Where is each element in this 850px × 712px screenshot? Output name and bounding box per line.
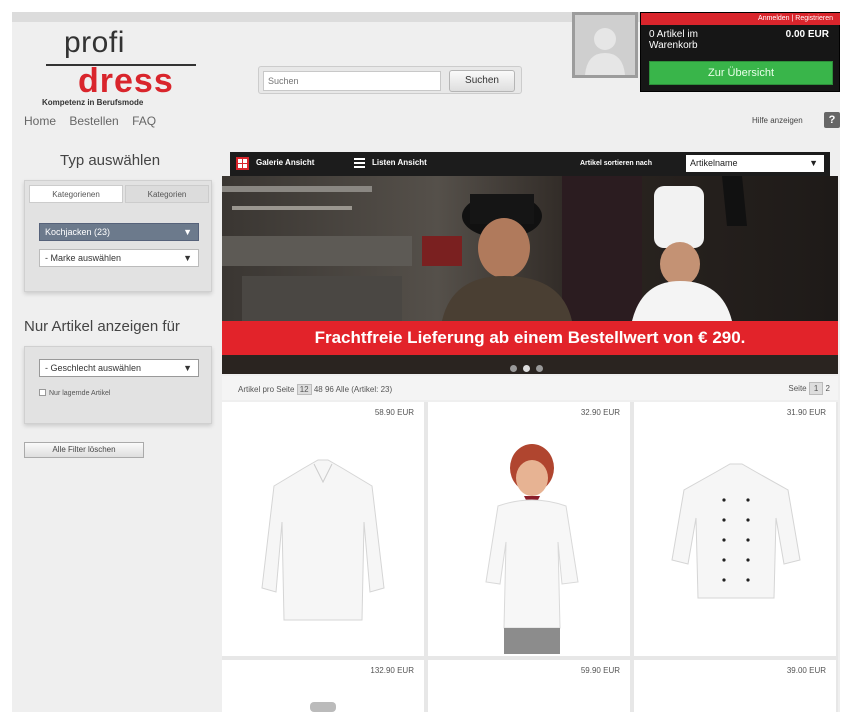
help-icon[interactable]: ? [824, 112, 840, 128]
shipping-banner: Frachtfreie Lieferung ab einem Bestellwe… [222, 321, 838, 355]
slider-dot[interactable] [536, 365, 543, 372]
nav-faq[interactable]: FAQ [132, 114, 156, 128]
page: profi dress Kompetenz in Berufsmode Such… [12, 12, 840, 712]
checkout-button[interactable]: Zur Übersicht [649, 61, 833, 85]
nav-home[interactable]: Home [24, 114, 56, 128]
list-view-button[interactable]: Listen Ansicht [372, 158, 427, 167]
help-link[interactable]: Hilfe anzeigen [752, 116, 803, 125]
product-card[interactable]: 58.90 EUR [222, 402, 424, 656]
filter-title: Nur Artikel anzeigen für [24, 318, 180, 335]
brand-select-value: - Marke auswählen [45, 253, 122, 263]
slider-dot[interactable] [523, 365, 530, 372]
type-filter-box: Kategorienen Kategorien Kochjacken (23) … [24, 180, 212, 292]
hero-slider[interactable]: Frachtfreie Lieferung ab einem Bestellwe… [222, 176, 838, 374]
per-page-selector: Artikel pro Seite 12 48 96 Alle (Artikel… [238, 384, 392, 395]
product-price: 59.90 EUR [580, 666, 620, 675]
category-select[interactable]: Kochjacken (23) ▼ [39, 223, 199, 241]
clear-filters-button[interactable]: Alle Filter löschen [24, 442, 144, 458]
page-selector: Seite 1 2 [788, 382, 830, 395]
type-select-title: Typ auswählen [60, 152, 161, 169]
in-stock-label: Nur lagernde Artikel [49, 390, 111, 397]
chevron-down-icon: ▼ [809, 158, 818, 168]
brand-select[interactable]: - Marke auswählen ▼ [39, 249, 199, 267]
pagination-bar: Artikel pro Seite 12 48 96 Alle (Artikel… [222, 376, 838, 400]
search-input[interactable] [263, 71, 441, 91]
search-bar: Suchen [258, 66, 522, 94]
product-card[interactable]: 32.90 EUR [428, 402, 630, 656]
chevron-down-icon: ▼ [183, 227, 192, 237]
chef-woman-image [485, 444, 579, 654]
chef-jacket-image [261, 459, 385, 621]
account-links[interactable]: Anmelden | Registrieren [641, 13, 840, 25]
total-count: (Artikel: 23) [351, 385, 393, 394]
logo[interactable]: profi dress Kompetenz in Berufsmode [40, 26, 205, 110]
page-label: Seite [788, 384, 807, 393]
slider-dot[interactable] [510, 365, 517, 372]
page-2[interactable]: 2 [826, 384, 830, 393]
chevron-down-icon: ▼ [183, 253, 192, 263]
product-card[interactable]: 31.90 EUR [634, 402, 836, 656]
product-card[interactable]: 59.90 EUR [428, 660, 630, 712]
chef-jacket-image [671, 463, 801, 599]
cart-panel: Anmelden | Registrieren 0 Artikel im War… [640, 12, 840, 92]
gallery-view-button[interactable]: Galerie Ansicht [256, 158, 314, 167]
list-view-icon[interactable] [354, 158, 365, 169]
gender-select-value: - Geschlecht auswählen [45, 363, 142, 373]
user-silhouette-icon [585, 28, 625, 75]
sort-select-value: Artikelname [690, 158, 738, 168]
tab-kategorien[interactable]: Kategorien [125, 185, 209, 203]
avatar[interactable] [572, 12, 638, 78]
search-button[interactable]: Suchen [449, 70, 515, 92]
product-card[interactable]: 132.90 EUR [222, 660, 424, 712]
per-page-option[interactable]: 12 [296, 384, 312, 395]
slider-dots [510, 359, 549, 374]
logo-top-text: profi [64, 26, 125, 59]
per-page-label: Artikel pro Seite [238, 385, 295, 394]
view-toolbar: Galerie Ansicht Listen Ansicht Artikel s… [230, 152, 830, 176]
per-page-option[interactable]: 48 [314, 385, 323, 394]
category-select-value: Kochjacken (23) [45, 227, 111, 237]
product-price: 39.00 EUR [786, 666, 826, 675]
tab-kategorienen[interactable]: Kategorienen [29, 185, 123, 203]
product-image [310, 702, 336, 712]
gender-filter-box: - Geschlecht auswählen ▼ Nur lagernde Ar… [24, 346, 212, 424]
product-grid: 58.90 EUR 32.90 EUR 31.90 EUR 132.90 EUR… [222, 402, 838, 712]
per-page-option[interactable]: Alle [336, 385, 349, 394]
cart-count: 0 Artikel im Warenkorb [649, 29, 698, 51]
chevron-down-icon: ▼ [183, 363, 192, 373]
gender-select[interactable]: - Geschlecht auswählen ▼ [39, 359, 199, 377]
per-page-option[interactable]: 96 [325, 385, 334, 394]
logo-bottom-text: dress [78, 62, 174, 100]
sort-select[interactable]: Artikelname ▼ [686, 155, 824, 172]
nav-bestellen[interactable]: Bestellen [69, 114, 118, 128]
main-nav: Home Bestellen FAQ [24, 114, 166, 128]
cart-sum: 0.00 EUR [785, 29, 829, 40]
checkbox-icon [39, 389, 46, 396]
in-stock-checkbox[interactable]: Nur lagernde Artikel [39, 389, 110, 397]
product-card[interactable]: 39.00 EUR [634, 660, 836, 712]
grid-view-icon[interactable] [236, 157, 249, 170]
logo-tagline: Kompetenz in Berufsmode [42, 98, 144, 107]
sort-label: Artikel sortieren nach [580, 160, 652, 167]
page-1[interactable]: 1 [808, 382, 824, 395]
